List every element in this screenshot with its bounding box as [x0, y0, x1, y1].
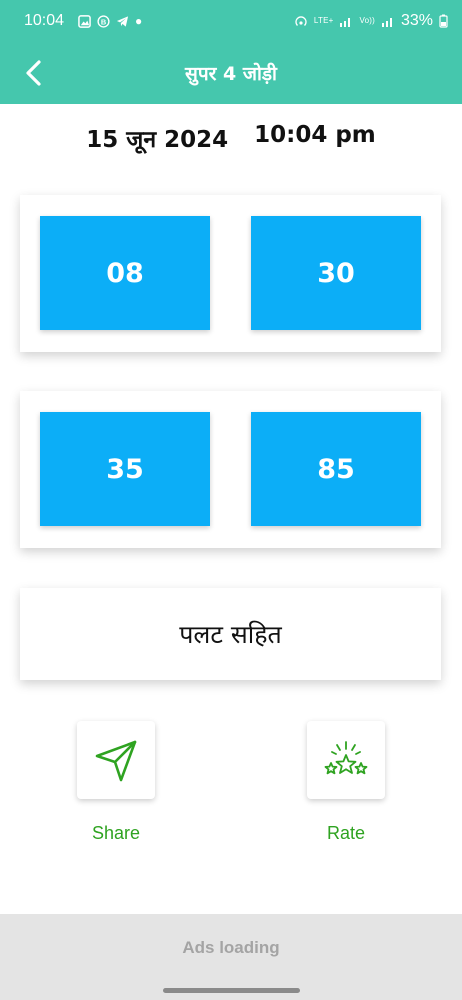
svg-text:B: B — [101, 17, 107, 26]
signal-1-icon — [340, 18, 351, 27]
notification-icons: B ● — [78, 14, 142, 28]
status-left: 10:04 B ● — [24, 12, 142, 30]
rate-button[interactable]: Rate — [307, 721, 385, 844]
rate-label: Rate — [326, 823, 366, 843]
number-box: 35 — [40, 412, 210, 526]
chevron-left-icon — [26, 60, 41, 86]
date-time-header: 15 जून 2024 10:04 pm — [0, 122, 462, 154]
rate-icon-box[interactable] — [307, 721, 385, 799]
b-badge-icon: B — [97, 14, 110, 28]
back-button[interactable] — [14, 54, 54, 92]
pair-card-2: 35 85 — [20, 391, 441, 548]
page-title: सुपर 4 जोड़ी — [185, 63, 277, 85]
send-icon — [95, 740, 137, 782]
ads-loading-text: Ads loading — [182, 938, 280, 957]
share-icon-box[interactable] — [77, 721, 155, 799]
gesture-handle[interactable] — [163, 988, 300, 993]
share-label: Share — [91, 823, 141, 843]
more-notifications-dot: ● — [135, 14, 143, 28]
number-box: 30 — [251, 216, 421, 330]
gallery-icon — [78, 14, 91, 28]
ad-banner: Ads loading — [0, 914, 462, 982]
hotspot-icon — [295, 16, 307, 26]
battery-charging-icon — [439, 14, 448, 28]
app-bar: सुपर 4 जोड़ी — [0, 42, 462, 104]
stars-icon — [324, 741, 368, 775]
pair-card-1: 08 30 — [20, 195, 441, 352]
number-box: 85 — [251, 412, 421, 526]
battery-percent: 33% — [400, 12, 433, 29]
signal-2-icon — [381, 18, 392, 27]
time-label: 10:04 pm — [254, 122, 376, 148]
status-bar: 10:04 B ● LTE+ Vo)) 33% — [0, 0, 462, 42]
number-box: 08 — [40, 216, 210, 330]
status-right: LTE+ Vo)) 33% — [294, 12, 448, 30]
date-label: 15 जून 2024 — [86, 127, 229, 153]
navigation-bar — [0, 982, 462, 1000]
telegram-icon — [116, 15, 129, 27]
lte2-indicator: Vo)) — [359, 16, 375, 25]
note-text: पलट सहित — [179, 620, 282, 649]
share-button[interactable]: Share — [77, 721, 155, 844]
lte1-indicator: LTE+ — [313, 16, 334, 25]
note-card: पलट सहित — [20, 588, 441, 680]
main-content: 15 जून 2024 10:04 pm 08 30 35 85 पलट सहि… — [0, 104, 462, 914]
app-screen: 10:04 B ● LTE+ Vo)) 33% सुपर 4 जोड़ी 15 … — [0, 0, 462, 1000]
status-time: 10:04 — [24, 12, 65, 29]
